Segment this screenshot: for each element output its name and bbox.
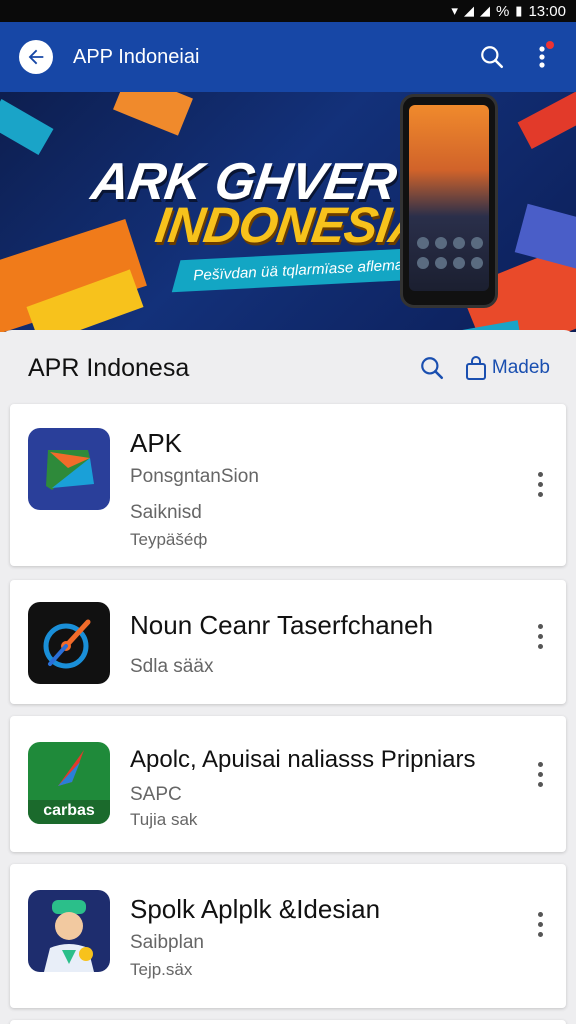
notification-dot: [546, 41, 554, 49]
banner-title-line2: INDONESIA: [152, 197, 429, 253]
app-category: Saiknisd: [130, 502, 202, 523]
banner-ribbon-text: Pešïvdan üä tqlarmïase aflema: [192, 256, 404, 284]
sheet-action-button[interactable]: Madeb: [464, 355, 550, 381]
phone-app-dot: [435, 237, 447, 249]
back-button[interactable]: [19, 40, 53, 74]
more-vert-icon: [537, 761, 543, 767]
compass-icon: [28, 602, 110, 684]
apk-icon: [28, 428, 110, 510]
banner-shard: [517, 92, 576, 150]
sheet-search-button[interactable]: [412, 348, 452, 388]
app-name: Apolc, Apuisai naliasss Pripniars: [130, 746, 476, 773]
app-name: APK: [130, 428, 183, 458]
sheet-header: APR Indonesa Madeb: [0, 330, 576, 406]
app-list-sheet: APR Indonesa Madeb APK PonsgntanSion Sai…: [0, 330, 576, 1024]
search-button[interactable]: [472, 37, 512, 77]
battery-icon: ▮: [515, 3, 523, 18]
search-icon: [421, 357, 443, 380]
more-vert-icon: [537, 471, 543, 477]
more-vert-icon: [537, 911, 543, 917]
search-icon: [481, 46, 504, 69]
app-category: Sdla sääx: [130, 656, 214, 677]
bag-icon: [465, 356, 486, 380]
banner-shard: [0, 99, 54, 155]
app-card[interactable]: APK PonsgntanSion Saiknisd Teypäšéф: [10, 404, 566, 566]
app-card[interactable]: Noun Ceanr Taserfchaneh Sdla sääx: [10, 580, 566, 704]
carbas-icon: carbas: [28, 742, 110, 824]
more-options-button[interactable]: [528, 464, 552, 504]
banner-ribbon: Pešïvdan üä tqlarmïase aflema: [171, 247, 425, 293]
phone-app-dot: [417, 237, 429, 249]
phone-app-dot: [453, 257, 465, 269]
phone-app-dot: [471, 237, 483, 249]
app-card[interactable]: [10, 1020, 566, 1024]
app-developer: PonsgntanSion: [130, 466, 259, 487]
more-options-button[interactable]: [528, 616, 552, 656]
app-name: Spolk Aplplk &Idesian: [130, 894, 381, 924]
overflow-menu-button[interactable]: [522, 37, 562, 77]
sheet-action-label: Madeb: [491, 357, 550, 378]
app-size: Tujia sak: [130, 810, 198, 829]
app-card[interactable]: carbas Apolc, Apuisai naliasss Pripniars…: [10, 716, 566, 852]
phone-app-dot: [435, 257, 447, 269]
carbas-icon-label: carbas: [43, 802, 95, 819]
app-bar: APP Indoneiai: [0, 22, 576, 92]
more-vert-icon: [537, 623, 543, 629]
signal-icon-2: ◢: [479, 3, 490, 18]
app-card[interactable]: Spolk Aplplk &Idesian Saibplan Tejp.säx: [10, 864, 566, 1008]
more-options-button[interactable]: [528, 904, 552, 944]
sheet-title: APR Indonesa: [28, 353, 190, 382]
app-name: Noun Ceanr Taserfchaneh: [130, 610, 434, 640]
banner-shard: [514, 203, 576, 271]
app-size: Teypäšéф: [130, 530, 208, 549]
app-developer: SAPC: [130, 784, 182, 805]
phone-app-dot: [471, 257, 483, 269]
app-developer: Saibplan: [130, 932, 204, 953]
status-time: 13:00: [528, 2, 566, 20]
phone-app-dot: [417, 257, 429, 269]
avatar-icon: [28, 890, 110, 972]
battery-percent: %: [495, 2, 510, 20]
more-options-button[interactable]: [528, 754, 552, 794]
status-bar: ▾ ◢ ◢ % ▮ 13:00: [0, 0, 576, 22]
signal-icon: ◢: [463, 3, 474, 18]
wifi-icon: ▾: [451, 3, 458, 18]
banner-shard: [113, 92, 193, 136]
app-size: Tejp.säx: [130, 960, 193, 979]
phone-illustration: [400, 94, 498, 308]
app-title: APP Indoneiai: [73, 45, 200, 68]
phone-app-dot: [453, 237, 465, 249]
back-arrow-icon: [28, 49, 44, 65]
promo-banner[interactable]: ARK GHVER INDONESIA Pešïvdan üä tqlarmïa…: [0, 92, 576, 332]
